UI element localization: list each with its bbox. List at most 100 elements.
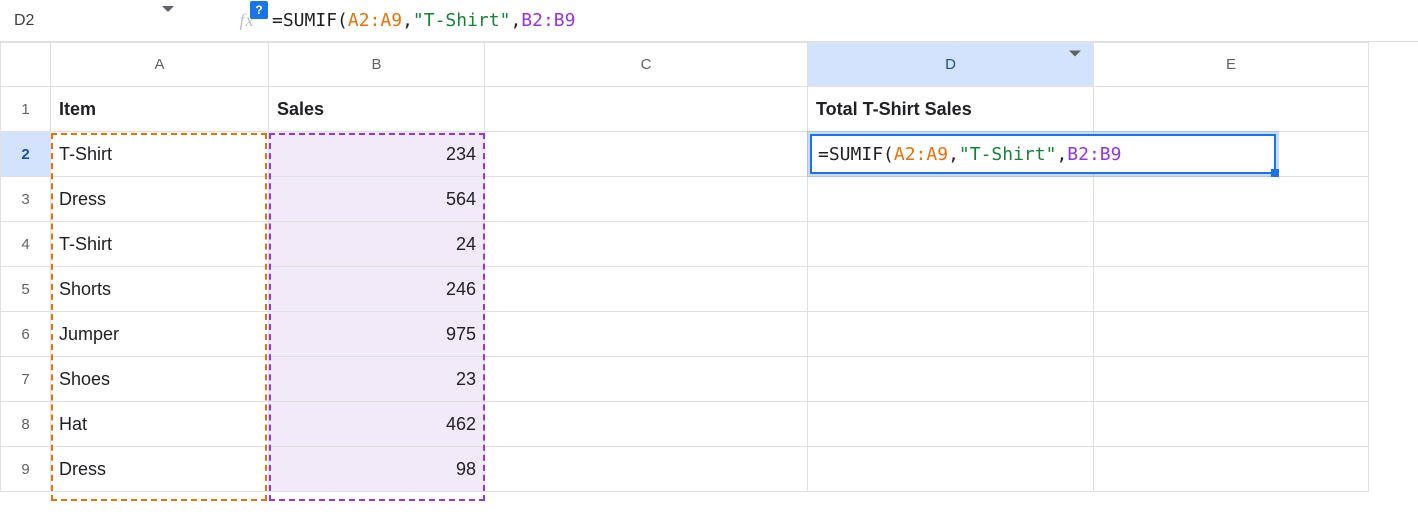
row-label: 2 <box>21 146 29 163</box>
cell-b3[interactable]: 564 <box>269 177 485 222</box>
col-header-c[interactable]: C <box>485 43 808 87</box>
cell-a1[interactable]: Item <box>51 87 269 132</box>
cell-a9[interactable]: Dress <box>51 447 269 492</box>
cell-a5[interactable]: Shorts <box>51 267 269 312</box>
row-label: 7 <box>21 371 29 388</box>
cell-d7[interactable] <box>808 357 1094 402</box>
select-all-corner[interactable] <box>1 43 51 87</box>
cell-c6[interactable] <box>485 312 808 357</box>
cell-e1[interactable] <box>1094 87 1369 132</box>
cell-text: 462 <box>446 414 476 434</box>
col-label: C <box>641 56 652 73</box>
cell-text: 246 <box>446 279 476 299</box>
cell-b8[interactable]: 462 <box>269 402 485 447</box>
cell-text: Hat <box>59 414 87 434</box>
formula-arg1: A2:A9 <box>894 144 948 165</box>
row-header-1[interactable]: 1 <box>1 87 51 132</box>
cell-d1[interactable]: Total T-Shirt Sales <box>808 87 1094 132</box>
col-header-e[interactable]: E <box>1094 43 1369 87</box>
cell-b1[interactable]: Sales <box>269 87 485 132</box>
fill-handle[interactable] <box>1271 169 1279 177</box>
cell-text: 98 <box>456 459 476 479</box>
cell-e5[interactable] <box>1094 267 1369 312</box>
col-header-b[interactable]: B <box>269 43 485 87</box>
row-label: 9 <box>21 461 29 478</box>
formula-help-badge[interactable]: ? <box>250 1 268 19</box>
formula-arg2: "T-Shirt" <box>413 10 511 31</box>
cell-d6[interactable] <box>808 312 1094 357</box>
formula-fn: SUMIF <box>283 10 337 31</box>
row-header-9[interactable]: 9 <box>1 447 51 492</box>
row-label: 8 <box>21 416 29 433</box>
cell-d8[interactable] <box>808 402 1094 447</box>
cell-text: Jumper <box>59 324 119 344</box>
cell-text: 23 <box>456 369 476 389</box>
cell-a6[interactable]: Jumper <box>51 312 269 357</box>
cell-c7[interactable] <box>485 357 808 402</box>
cell-d5[interactable] <box>808 267 1094 312</box>
row-header-3[interactable]: 3 <box>1 177 51 222</box>
cell-d2-active[interactable]: =SUMIF(A2:A9,"T-Shirt",B2:B9 <box>808 132 1094 177</box>
col-label: D <box>945 56 956 73</box>
cell-c4[interactable] <box>485 222 808 267</box>
cell-c3[interactable] <box>485 177 808 222</box>
cell-text: 24 <box>456 234 476 254</box>
cell-a4[interactable]: T-Shirt <box>51 222 269 267</box>
fx-icon[interactable]: fx ? <box>232 7 262 35</box>
cell-e6[interactable] <box>1094 312 1369 357</box>
formula-open: ( <box>883 144 894 165</box>
cell-text: Item <box>59 99 96 119</box>
formula-sep1: , <box>402 10 413 31</box>
formula-prefix: = <box>818 144 829 165</box>
cell-text: T-Shirt <box>59 144 112 164</box>
cell-c1[interactable] <box>485 87 808 132</box>
formula-arg3: B2:B9 <box>1067 144 1121 165</box>
cell-b6[interactable]: 975 <box>269 312 485 357</box>
name-box-dropdown-icon[interactable] <box>162 12 174 30</box>
row-header-4[interactable]: 4 <box>1 222 51 267</box>
cell-e3[interactable] <box>1094 177 1369 222</box>
in-cell-formula-editor[interactable]: =SUMIF(A2:A9,"T-Shirt",B2:B9 <box>810 134 1276 174</box>
grid: A B C D E 1 Item Sales Total T-Shirt Sal… <box>0 42 1418 492</box>
formula-sep2: , <box>510 10 521 31</box>
col-label: B <box>371 56 381 73</box>
cell-b2[interactable]: 234 <box>269 132 485 177</box>
cell-a3[interactable]: Dress <box>51 177 269 222</box>
cell-a8[interactable]: Hat <box>51 402 269 447</box>
col-menu-icon[interactable] <box>1069 56 1081 73</box>
col-header-d[interactable]: D <box>808 43 1094 87</box>
cell-e8[interactable] <box>1094 402 1369 447</box>
row-header-2[interactable]: 2 <box>1 132 51 177</box>
cell-b5[interactable]: 246 <box>269 267 485 312</box>
cell-d3[interactable] <box>808 177 1094 222</box>
name-box[interactable]: D2 <box>14 0 182 41</box>
cell-c2[interactable] <box>485 132 808 177</box>
cell-text: Dress <box>59 189 106 209</box>
cell-d4[interactable] <box>808 222 1094 267</box>
cell-text: Shoes <box>59 369 110 389</box>
formula-sep1: , <box>948 144 959 165</box>
col-label: E <box>1226 56 1236 73</box>
cell-a2[interactable]: T-Shirt <box>51 132 269 177</box>
cell-b7[interactable]: 23 <box>269 357 485 402</box>
formula-prefix: = <box>272 10 283 31</box>
row-header-7[interactable]: 7 <box>1 357 51 402</box>
cell-c8[interactable] <box>485 402 808 447</box>
cell-b4[interactable]: 24 <box>269 222 485 267</box>
formula-bar: fx ? =SUMIF(A2:A9,"T-Shirt",B2:B9 <box>182 7 575 35</box>
row-header-6[interactable]: 6 <box>1 312 51 357</box>
formula-sep2: , <box>1056 144 1067 165</box>
col-header-a[interactable]: A <box>51 43 269 87</box>
cell-c9[interactable] <box>485 447 808 492</box>
cell-c5[interactable] <box>485 267 808 312</box>
cell-e4[interactable] <box>1094 222 1369 267</box>
row-header-8[interactable]: 8 <box>1 402 51 447</box>
formula-input[interactable]: =SUMIF(A2:A9,"T-Shirt",B2:B9 <box>272 10 575 31</box>
cell-e9[interactable] <box>1094 447 1369 492</box>
cell-d9[interactable] <box>808 447 1094 492</box>
cell-e7[interactable] <box>1094 357 1369 402</box>
row-header-5[interactable]: 5 <box>1 267 51 312</box>
cell-b9[interactable]: 98 <box>269 447 485 492</box>
cell-text: 564 <box>446 189 476 209</box>
cell-a7[interactable]: Shoes <box>51 357 269 402</box>
